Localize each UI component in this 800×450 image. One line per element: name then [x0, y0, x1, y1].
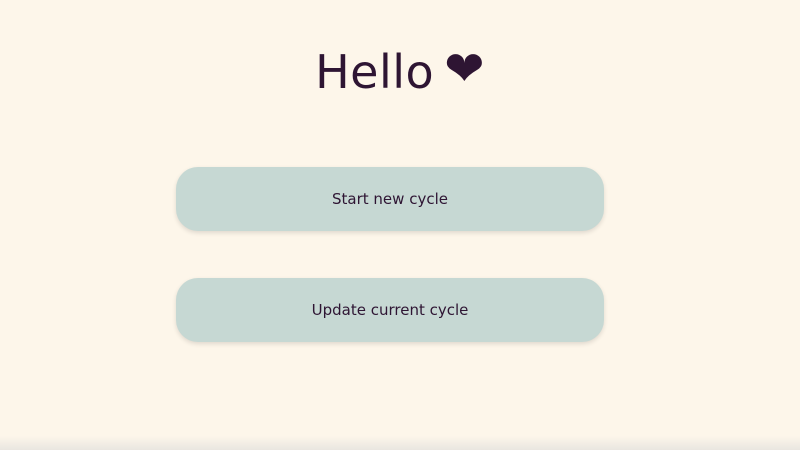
- start-new-cycle-button[interactable]: Start new cycle: [176, 167, 604, 231]
- greeting-text: Hello: [315, 45, 435, 99]
- home-screen: Hello ❤ Start new cycle Update current cy…: [0, 0, 800, 450]
- start-new-cycle-label: Start new cycle: [332, 190, 448, 208]
- bottom-divider: [0, 436, 800, 450]
- heart-icon: ❤: [444, 41, 485, 97]
- update-current-cycle-button[interactable]: Update current cycle: [176, 278, 604, 342]
- page-title: Hello ❤: [0, 42, 800, 102]
- update-current-cycle-label: Update current cycle: [311, 301, 469, 319]
